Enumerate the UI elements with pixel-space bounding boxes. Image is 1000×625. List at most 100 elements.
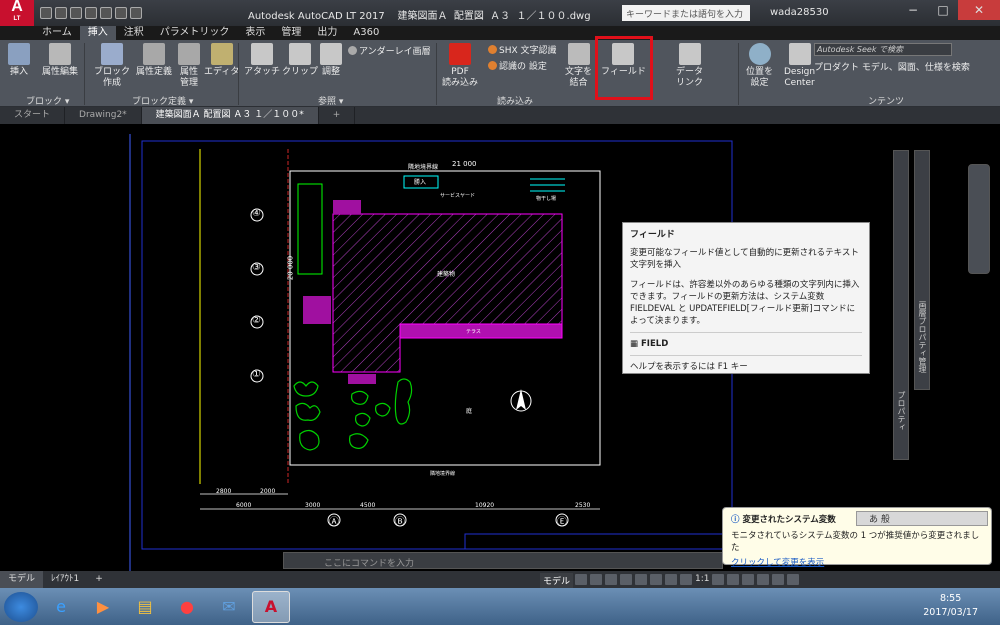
tooltip-help: ヘルプを表示するには F1 キー <box>630 362 748 372</box>
set-location-button[interactable]: 位置を 設定 <box>746 43 773 89</box>
osnap-icon[interactable] <box>635 574 647 585</box>
dim-left-2800: 2800 <box>216 488 232 495</box>
product-model-search[interactable]: プロダクト モデル、図面、仕様を検索 <box>814 60 970 73</box>
create-block-button[interactable]: ブロック 作成 <box>94 43 130 89</box>
file-tab-active[interactable]: 建築図面Ａ 配置図 Ａ３ １／１００* <box>141 107 319 124</box>
seek-search-input[interactable]: Autodesk Seek で検索 <box>814 43 952 56</box>
ortho-icon[interactable] <box>605 574 617 585</box>
attach-button[interactable]: アタッチ <box>244 43 280 78</box>
start-button[interactable] <box>4 591 38 622</box>
balloon-link[interactable]: クリックして変更を表示 <box>731 556 983 568</box>
edit-attribute-button[interactable]: 属性編集 <box>42 43 78 78</box>
pdf-import-button[interactable]: PDF 読み込み <box>442 43 478 89</box>
add-layout-button[interactable]: + <box>87 571 111 588</box>
save-icon[interactable] <box>70 7 82 19</box>
new-tab-button[interactable]: + <box>319 107 356 124</box>
application-menu-button[interactable]: A LT <box>0 0 34 26</box>
insert-block-button[interactable]: 挿入 <box>8 43 30 78</box>
tab-output[interactable]: 出力 <box>309 26 345 40</box>
print-icon[interactable] <box>100 7 112 19</box>
hardware-accel-icon[interactable] <box>757 574 770 585</box>
manage-attribute-button[interactable]: 属性 管理 <box>178 43 200 89</box>
polar-icon[interactable] <box>620 574 632 585</box>
panel-label-reference[interactable]: 参照 ▾ <box>318 94 343 107</box>
insert-icon <box>8 43 30 65</box>
mail-client-icon[interactable]: ✉ <box>210 591 248 623</box>
tab-home[interactable]: ホーム <box>34 26 80 40</box>
recognition-settings-button[interactable]: 認識の 設定 <box>488 59 547 72</box>
building-label: 建築物 <box>437 271 456 278</box>
shx-recognize-button[interactable]: SHX 文字認識 <box>488 43 557 56</box>
block-editor-button[interactable]: エディタ <box>204 43 239 78</box>
define-attribute-button[interactable]: 属性定義 <box>136 43 172 78</box>
isolate-icon[interactable] <box>742 574 755 585</box>
annotation-icon[interactable] <box>665 574 677 585</box>
adjust-icon <box>320 43 342 65</box>
internet-explorer-icon[interactable]: e <box>42 591 80 623</box>
balloon-message: モニタされているシステム変数の 1 つが推奨値から変更されました <box>731 531 980 553</box>
tab-annotate[interactable]: 注釈 <box>116 26 152 40</box>
fullscreen-icon[interactable] <box>772 574 785 585</box>
redo-icon[interactable] <box>130 7 142 19</box>
tab-insert[interactable]: 挿入 <box>79 26 116 40</box>
tab-model[interactable]: モデル <box>0 571 44 588</box>
ribbon-tab-bar: ホーム 挿入 注釈 パラメトリック 表示 管理 出力 A360 <box>34 26 387 40</box>
data-link-button[interactable]: データ リンク <box>676 43 703 89</box>
title-bar: A LT Autodesk AutoCAD LT 2017 建築図面Ａ 配置図 Ａ… <box>0 0 1000 26</box>
tab-manage[interactable]: 管理 <box>273 26 309 40</box>
design-center-button[interactable]: Design Center <box>784 43 815 89</box>
properties-palette[interactable]: プロパティ <box>893 150 909 460</box>
file-explorer-icon[interactable]: ▤ <box>126 591 164 623</box>
undo-icon[interactable] <box>115 7 127 19</box>
adjust-button[interactable]: 調整 <box>320 43 342 78</box>
tab-view[interactable]: 表示 <box>237 26 273 40</box>
maximize-button[interactable]: □ <box>928 0 958 20</box>
axis-marker-b: Ⓑ <box>395 517 405 528</box>
tab-parametric[interactable]: パラメトリック <box>152 26 238 40</box>
drawing-canvas[interactable]: 隣地境界線 21 000 20 000 勝入 サービスヤード 物干し場 建築物 … <box>0 124 1000 571</box>
file-tab-drawing2[interactable]: Drawing2* <box>65 107 142 124</box>
chrome-icon[interactable]: ● <box>168 591 206 623</box>
gear-icon[interactable] <box>712 574 725 585</box>
scale-display[interactable]: 1:1 <box>695 574 709 585</box>
system-clock[interactable]: 8:55 2017/03/17 <box>923 592 978 620</box>
balloon-title: 変更されたシステム変数 <box>742 515 836 525</box>
design-center-icon <box>788 43 811 65</box>
file-tab-start[interactable]: スタート <box>0 107 66 124</box>
model-space-button[interactable]: モデル <box>540 573 574 588</box>
autocad-taskbar-icon[interactable]: A <box>252 590 290 623</box>
customize-menu-icon[interactable] <box>787 574 800 585</box>
close-button[interactable]: ✕ <box>958 0 1000 20</box>
command-line-input[interactable]: ここにコマンドを入力 <box>283 552 723 569</box>
axis-marker-e: Ⓔ <box>557 517 567 528</box>
axis-marker-2: ② <box>252 315 261 326</box>
dimension-21000: 21 000 <box>452 160 477 168</box>
plus-icon[interactable] <box>727 574 740 585</box>
help-search-input[interactable]: キーワードまたは語句を入力 <box>622 5 750 21</box>
media-player-icon[interactable]: ▶ <box>84 591 122 623</box>
navigation-bar[interactable] <box>968 164 990 274</box>
open-file-icon[interactable] <box>55 7 67 19</box>
clip-button[interactable]: クリップ <box>282 43 318 78</box>
new-file-icon[interactable] <box>40 7 52 19</box>
tab-layout1[interactable]: ﾚｲｱｳﾄ1 <box>43 571 87 588</box>
combine-text-button[interactable]: 文字を 結合 <box>565 43 592 89</box>
entrance-label: 勝入 <box>414 179 427 186</box>
save-as-icon[interactable] <box>85 7 97 19</box>
dim-bottom-3000: 3000 <box>305 502 321 509</box>
ime-toolbar[interactable]: あ 般 <box>856 511 988 526</box>
panel-label-block[interactable]: ブロック ▾ <box>26 94 69 107</box>
panel-label-block-definition[interactable]: ブロック定義 ▾ <box>132 94 193 107</box>
layer-properties-palette[interactable]: 画層プロパティ管理 <box>914 150 930 390</box>
attach-icon <box>251 43 273 65</box>
lineweight-icon[interactable] <box>650 574 662 585</box>
grid-icon[interactable] <box>575 574 587 585</box>
tab-a360[interactable]: A360 <box>345 26 387 40</box>
snap-icon[interactable] <box>590 574 602 585</box>
boundary-label-bottom: 隣地境界線 <box>430 471 456 477</box>
underlay-layers-button[interactable]: アンダーレイ画層 <box>348 44 431 57</box>
field-command-icon: ▦ <box>630 339 641 349</box>
minimize-button[interactable]: − <box>898 0 928 20</box>
user-account[interactable]: wada28530 <box>770 7 829 18</box>
workspace-icon[interactable] <box>680 574 692 585</box>
